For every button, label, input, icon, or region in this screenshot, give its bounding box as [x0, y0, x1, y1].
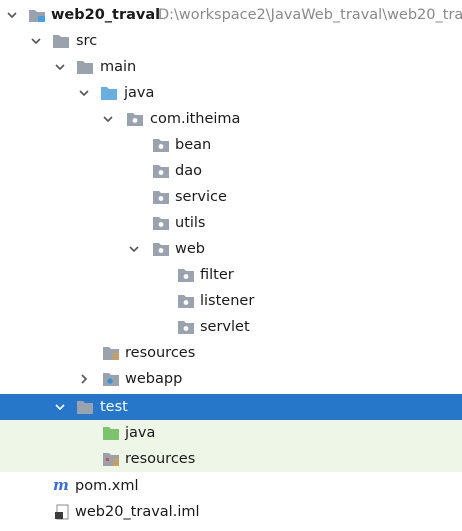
tree-label: service [175, 189, 227, 205]
tree-label: src [76, 33, 98, 49]
project-path: D:\workspace2\JavaWeb_traval\web20_tra [158, 7, 462, 23]
tree-label: java [124, 85, 155, 101]
tree-label: listener [200, 293, 255, 309]
source-folder-icon [100, 85, 118, 101]
tree-row-test-java[interactable]: java [0, 420, 462, 446]
tree-label: filter [200, 267, 234, 283]
tree-label: servlet [200, 319, 250, 335]
chevron-right-icon[interactable] [78, 373, 90, 385]
iml-file-icon [54, 504, 72, 520]
maven-icon: m [52, 476, 70, 494]
tree-row-resources[interactable]: resources [0, 340, 462, 366]
tree-label: pom.xml [75, 478, 139, 494]
chevron-down-icon[interactable] [54, 401, 66, 413]
package-icon [152, 189, 170, 205]
tree-label: web20_traval.iml [75, 504, 200, 520]
web-folder-icon [102, 371, 120, 387]
tree-row-package-service[interactable]: service [0, 184, 462, 210]
package-icon [152, 163, 170, 179]
tree-row-src[interactable]: src [0, 28, 462, 54]
svg-text:m: m [53, 477, 69, 493]
tree-label: bean [175, 137, 212, 153]
tree-label: webapp [125, 371, 183, 387]
tree-label: test [100, 399, 128, 415]
project-tree: web20_traval D:\workspace2\JavaWeb_trava… [0, 0, 462, 531]
chevron-down-icon[interactable] [54, 61, 66, 73]
resources-folder-icon [102, 345, 120, 361]
package-icon [152, 215, 170, 231]
package-icon [177, 293, 195, 309]
tree-row-package-com-itheima[interactable]: com.itheima [0, 106, 462, 132]
chevron-down-icon[interactable] [128, 243, 140, 255]
tree-row-test-resources[interactable]: resources [0, 446, 462, 472]
test-source-folder-icon [102, 425, 120, 441]
tree-label: main [100, 59, 137, 75]
folder-icon [76, 399, 94, 415]
tree-label: java [125, 425, 156, 441]
tree-label: dao [175, 163, 202, 179]
tree-label: resources [125, 345, 196, 361]
folder-icon [76, 59, 94, 75]
tree-row-package-servlet[interactable]: servlet [0, 314, 462, 340]
tree-row-test[interactable]: test [0, 394, 462, 420]
chevron-down-icon[interactable] [6, 9, 18, 21]
package-icon [152, 241, 170, 257]
chevron-down-icon[interactable] [30, 35, 42, 47]
package-icon [126, 111, 144, 127]
project-name: web20_traval [51, 7, 161, 23]
tree-row-iml-file[interactable]: web20_traval.iml [0, 499, 462, 525]
tree-row-main[interactable]: main [0, 54, 462, 80]
tree-row-pom-xml[interactable]: m pom.xml [0, 473, 462, 499]
tree-row-package-web[interactable]: web [0, 236, 462, 262]
tree-row-package-bean[interactable]: bean [0, 132, 462, 158]
tree-row-package-filter[interactable]: filter [0, 262, 462, 288]
tree-row-java-source[interactable]: java [0, 80, 462, 106]
tree-row-package-utils[interactable]: utils [0, 210, 462, 236]
chevron-down-icon[interactable] [78, 87, 90, 99]
tree-row-package-dao[interactable]: dao [0, 158, 462, 184]
package-icon [177, 319, 195, 335]
tree-label: utils [175, 215, 206, 231]
folder-icon [52, 33, 70, 49]
tree-row-project-root[interactable]: web20_traval D:\workspace2\JavaWeb_trava… [0, 2, 462, 28]
tree-label: resources [125, 451, 196, 467]
tree-row-webapp[interactable]: webapp [0, 366, 462, 392]
chevron-down-icon[interactable] [102, 113, 114, 125]
tree-label: com.itheima [150, 111, 241, 127]
tree-row-package-listener[interactable]: listener [0, 288, 462, 314]
test-resources-folder-icon [102, 451, 120, 467]
module-folder-icon [28, 7, 46, 23]
package-icon [177, 267, 195, 283]
package-icon [152, 137, 170, 153]
tree-label: web [175, 241, 205, 257]
